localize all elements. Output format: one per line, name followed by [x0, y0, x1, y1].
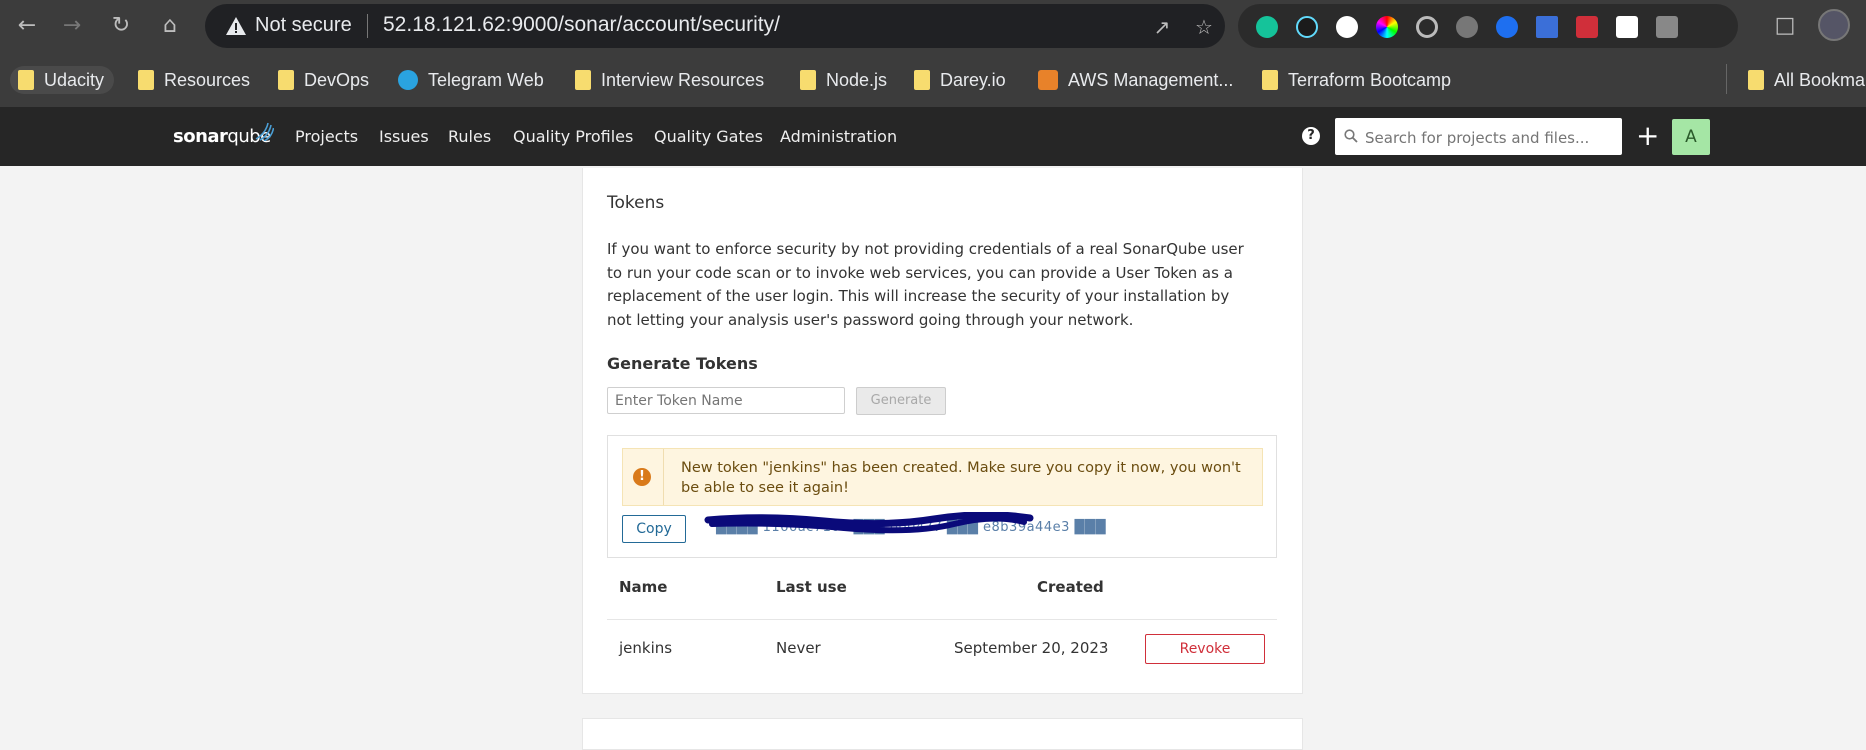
sonar-waves-icon: [255, 122, 274, 141]
token-created-alert: ! New token "jenkins" has been created. …: [622, 448, 1263, 506]
forward-icon[interactable]: →: [57, 11, 87, 41]
bookmark-resources[interactable]: Resources: [138, 66, 250, 94]
browser-toolbar: ← → ↻ ⌂ Not secure 52.18.121.62:9000/son…: [0, 0, 1866, 52]
back-icon[interactable]: ←: [12, 11, 42, 41]
bookmark-interview[interactable]: Interview Resources: [575, 66, 764, 94]
tokens-panel: Tokens If you want to enforce security b…: [582, 168, 1303, 694]
bookmark-label: AWS Management...: [1068, 69, 1234, 90]
logo-text-bold: sonar: [173, 126, 228, 147]
token-name-cell: jenkins: [619, 639, 673, 657]
alert-message: New token "jenkins" has been created. Ma…: [681, 460, 1241, 496]
table-divider: [607, 619, 1277, 620]
tokens-description: If you want to enforce security by not p…: [607, 240, 1244, 329]
color-picker-icon[interactable]: [1376, 16, 1398, 38]
bookmark-aws[interactable]: AWS Management...: [1038, 66, 1233, 94]
nav-projects[interactable]: Projects: [295, 127, 358, 146]
next-panel: [582, 718, 1303, 750]
folder-icon: [18, 70, 34, 90]
copy-button[interactable]: Copy: [622, 515, 686, 543]
window-extension-icon[interactable]: [1536, 16, 1558, 38]
folder-icon: [1262, 70, 1278, 90]
sonarqube-header: sonarqube Projects Issues Rules Quality …: [0, 107, 1866, 166]
col-header-created: Created: [1037, 578, 1104, 596]
help-icon[interactable]: ?: [1302, 127, 1320, 145]
folder-icon: [278, 70, 294, 90]
warning-icon: [226, 17, 246, 35]
browser-profile-avatar[interactable]: [1818, 9, 1850, 41]
help-extension-icon[interactable]: [1456, 16, 1478, 38]
star-icon[interactable]: ☆: [1191, 14, 1217, 40]
bookmark-nodejs[interactable]: Node.js: [800, 66, 887, 94]
share-icon[interactable]: ↗: [1149, 14, 1175, 40]
col-header-name: Name: [619, 578, 668, 596]
puzzle-icon[interactable]: [1656, 16, 1678, 38]
nav-quality-profiles[interactable]: Quality Profiles: [513, 127, 633, 146]
bookmark-terraform[interactable]: Terraform Bootcamp: [1262, 66, 1451, 94]
json-viewer-icon[interactable]: [1336, 16, 1358, 38]
search-icon: [1344, 129, 1358, 143]
omnibox-divider: [367, 14, 368, 38]
bookmark-label: Darey.io: [940, 69, 1006, 90]
nav-issues[interactable]: Issues: [379, 127, 429, 146]
nav-administration[interactable]: Administration: [780, 127, 897, 146]
nav-rules[interactable]: Rules: [448, 127, 491, 146]
bookmark-label: Resources: [164, 69, 251, 90]
generate-tokens-heading: Generate Tokens: [607, 354, 758, 373]
token-last-use-cell: Never: [776, 639, 821, 657]
exclamation-icon: !: [633, 468, 651, 486]
bookmark-all[interactable]: All Bookma: [1748, 66, 1865, 94]
target-extension-icon[interactable]: [1416, 16, 1438, 38]
bookmark-devops[interactable]: DevOps: [278, 66, 369, 94]
generate-button[interactable]: Generate: [856, 387, 946, 415]
user-avatar[interactable]: A: [1672, 119, 1710, 155]
address-bar[interactable]: Not secure 52.18.121.62:9000/sonar/accou…: [205, 4, 1225, 48]
react-devtools-icon[interactable]: [1296, 16, 1318, 38]
tokens-title: Tokens: [607, 193, 665, 213]
bookmarks-bar: Udacity Resources DevOps Telegram Web In…: [0, 52, 1866, 108]
side-panel-icon[interactable]: □: [1770, 11, 1800, 41]
bookmark-darey[interactable]: Darey.io: [914, 66, 1006, 94]
folder-icon: [575, 70, 591, 90]
folder-icon: [800, 70, 816, 90]
token-name-input[interactable]: [607, 387, 845, 414]
token-created-cell: September 20, 2023: [954, 639, 1109, 657]
bookmark-divider: [1726, 64, 1727, 94]
bookmark-label: DevOps: [304, 69, 370, 90]
folder-icon: [914, 70, 930, 90]
grammarly-icon[interactable]: [1256, 16, 1278, 38]
security-label: Not secure: [255, 14, 352, 36]
url-text[interactable]: 52.18.121.62:9000/sonar/account/security…: [383, 13, 780, 37]
revoke-button[interactable]: Revoke: [1145, 634, 1265, 664]
add-icon[interactable]: +: [1636, 118, 1659, 154]
s-extension-icon[interactable]: [1616, 16, 1638, 38]
new-token-box: ! New token "jenkins" has been created. …: [607, 435, 1277, 558]
nav-quality-gates[interactable]: Quality Gates: [654, 127, 763, 146]
z-extension-icon[interactable]: [1496, 16, 1518, 38]
bookmark-label: All Bookma: [1774, 69, 1866, 90]
bookmark-label: Udacity: [44, 69, 105, 90]
alert-icon-area: !: [623, 449, 664, 505]
bookmark-telegram[interactable]: Telegram Web: [398, 66, 544, 94]
col-header-last-use: Last use: [776, 578, 847, 596]
extensions-bar: [1238, 4, 1738, 48]
bookmark-label: Telegram Web: [428, 69, 544, 90]
folder-icon: [1748, 70, 1764, 90]
bookmark-label: Interview Resources: [601, 69, 765, 90]
redaction-scribble: [704, 512, 1034, 534]
bookmark-label: Terraform Bootcamp: [1288, 69, 1452, 90]
global-search[interactable]: [1335, 118, 1622, 157]
search-input[interactable]: [1363, 118, 1617, 157]
home-icon[interactable]: ⌂: [155, 11, 185, 41]
bookmark-udacity[interactable]: Udacity: [10, 66, 115, 94]
bookmark-label: Node.js: [826, 69, 888, 90]
folder-icon: [138, 70, 154, 90]
red-extension-icon[interactable]: [1576, 16, 1598, 38]
telegram-icon: [398, 70, 418, 90]
reload-icon[interactable]: ↻: [106, 11, 136, 41]
aws-icon: [1038, 70, 1058, 90]
